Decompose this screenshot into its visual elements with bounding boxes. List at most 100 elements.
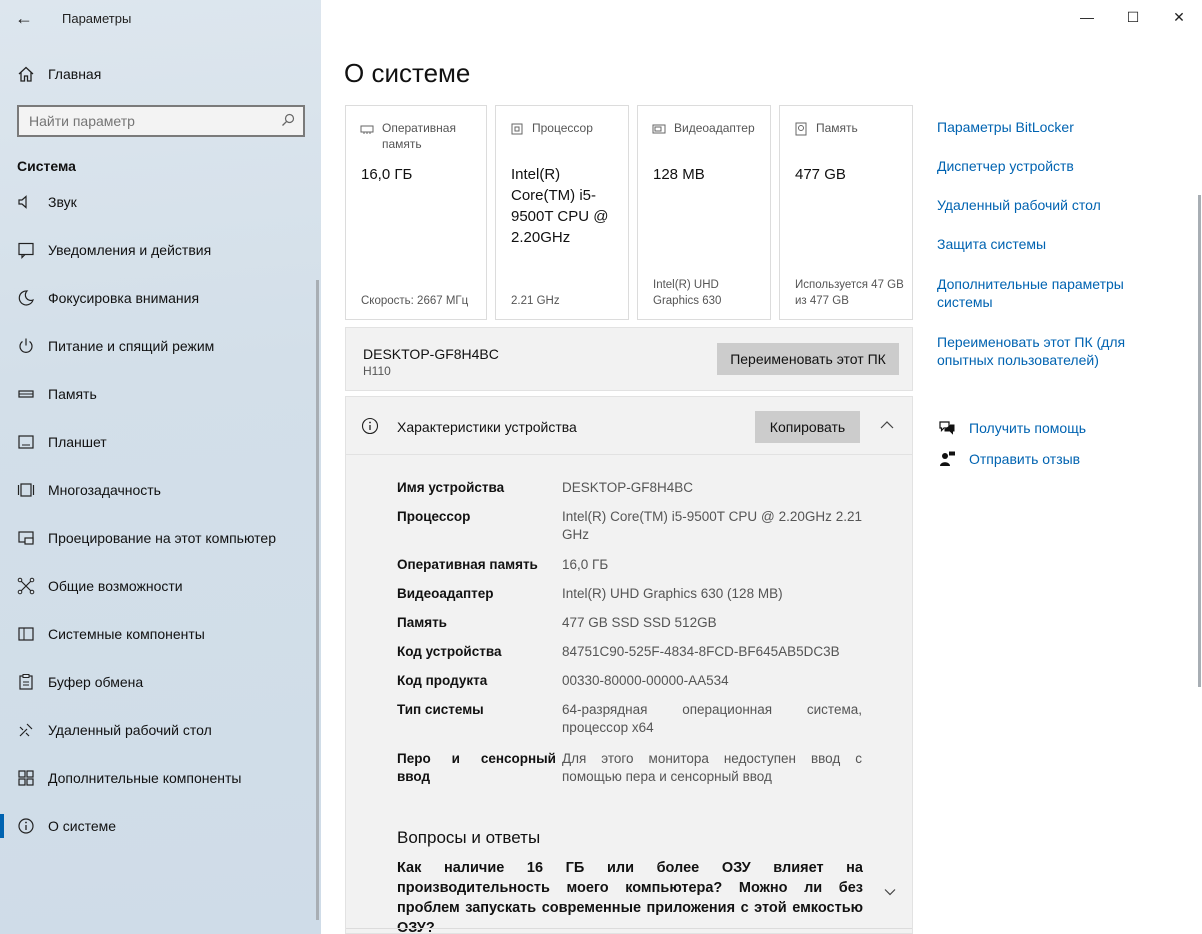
multitasking-icon <box>16 480 36 500</box>
sidebar-item-power[interactable]: Питание и спящий режим <box>0 322 321 370</box>
spec-row: Перо и сенсорный ввод Для этого монитора… <box>397 750 863 786</box>
spec-row: Код устройства 84751C90-525F-4834-8FCD-B… <box>397 643 863 661</box>
spec-value: Intel(R) Core(TM) i5-9500T CPU @ 2.20GHz… <box>562 509 862 542</box>
spec-row: Видеоадаптер Intel(R) UHD Graphics 630 (… <box>397 585 863 603</box>
system-components-icon <box>16 624 36 644</box>
sidebar-item-focus[interactable]: Фокусировка внимания <box>0 274 321 322</box>
home-nav[interactable]: Главная <box>16 62 101 86</box>
sidebar-item-optional-features[interactable]: Дополнительные компоненты <box>0 754 321 802</box>
home-icon <box>16 64 36 84</box>
link-device-manager[interactable]: Диспетчер устройств <box>937 157 1137 175</box>
card-value: 16,0 ГБ <box>361 166 413 183</box>
rename-pc-button[interactable]: Переименовать этот ПК <box>717 343 899 375</box>
link-rename-pc-advanced[interactable]: Переименовать этот ПК (для опытных польз… <box>937 333 1137 369</box>
projecting-icon <box>16 528 36 548</box>
sidebar-item-clipboard[interactable]: Буфер обмена <box>0 658 321 706</box>
back-arrow-icon: ← <box>15 7 33 28</box>
sidebar-item-remote-desktop[interactable]: Удаленный рабочий стол <box>0 706 321 754</box>
search-box[interactable] <box>17 105 305 137</box>
gpu-icon <box>652 122 666 136</box>
remote-desktop-icon <box>16 720 36 740</box>
spec-value: Intel(R) UHD Graphics 630 (128 MB) <box>562 586 783 601</box>
window-controls: — ☐ ✕ <box>1064 0 1202 34</box>
specs-header[interactable]: Характеристики устройства Копировать <box>346 397 912 455</box>
card-gpu: Видеоадаптер 128 MB Intel(R) UHD Graphic… <box>637 105 771 320</box>
sidebar-item-label: Планшет <box>48 434 107 450</box>
search-icon[interactable] <box>281 113 295 130</box>
faq-title: Вопросы и ответы <box>397 828 541 847</box>
sidebar-item-sound[interactable]: Звук <box>0 190 321 226</box>
optional-features-icon <box>16 768 36 788</box>
sidebar: ← Параметры Главная Система Звук Уведомл… <box>0 0 321 934</box>
faq-question[interactable]: Как наличие 16 ГБ или более ОЗУ влияет н… <box>397 858 863 934</box>
sidebar-scrollbar[interactable] <box>316 280 319 920</box>
maximize-icon: ☐ <box>1126 8 1140 25</box>
minimize-icon: — <box>1080 9 1094 25</box>
spec-key: Перо и сенсорный ввод <box>397 751 556 784</box>
feedback-link[interactable]: Отправить отзыв <box>937 449 1080 469</box>
card-label: Процессор <box>532 121 593 135</box>
card-ram: Оперативная память 16,0 ГБ Скорость: 266… <box>345 105 487 320</box>
device-specs-panel: Характеристики устройства Копировать Имя… <box>345 396 913 809</box>
card-sub: Скорость: 2667 МГц <box>361 295 469 307</box>
card-head: Процессор <box>510 120 593 136</box>
card-value: 477 GB <box>795 166 846 183</box>
spec-value: DESKTOP-GF8H4BC <box>562 480 694 495</box>
sidebar-item-label: Память <box>48 386 97 402</box>
sound-icon <box>16 192 36 212</box>
minimize-button[interactable]: — <box>1064 0 1110 34</box>
app-title: Параметры <box>62 10 132 26</box>
shared-experiences-icon <box>16 576 36 596</box>
sidebar-item-notifications[interactable]: Уведомления и действия <box>0 226 321 274</box>
sidebar-item-label: Питание и спящий режим <box>48 338 215 354</box>
disk-icon <box>794 122 808 136</box>
help-chat-icon <box>937 418 957 438</box>
sidebar-item-system-components[interactable]: Системные компоненты <box>0 610 321 658</box>
sidebar-nav: Звук Уведомления и действия Фокусировка … <box>0 190 321 934</box>
card-sub: 2.21 GHz <box>511 295 560 307</box>
link-remote-desktop[interactable]: Удаленный рабочий стол <box>937 196 1137 214</box>
pc-name-panel: DESKTOP-GF8H4BC H110 Переименовать этот … <box>345 327 913 391</box>
sidebar-item-projecting[interactable]: Проецирование на этот компьютер <box>0 514 321 562</box>
sidebar-item-multitasking[interactable]: Многозадачность <box>0 466 321 514</box>
card-sub: Intel(R) UHD Graphics 630 <box>653 279 722 307</box>
sidebar-item-storage[interactable]: Память <box>0 370 321 418</box>
main-scrollbar[interactable] <box>1198 195 1201 687</box>
card-head: Видеоадаптер <box>652 120 755 136</box>
spec-key: Код устройства <box>397 644 502 659</box>
search-input[interactable] <box>29 113 269 129</box>
link-bitlocker[interactable]: Параметры BitLocker <box>937 118 1137 136</box>
maximize-button[interactable]: ☐ <box>1110 0 1156 34</box>
clipboard-icon <box>16 672 36 692</box>
spec-key: Имя устройства <box>397 480 505 495</box>
get-help-link[interactable]: Получить помощь <box>937 418 1086 438</box>
spec-value: 64-разрядная операционная система, проце… <box>562 702 862 735</box>
sidebar-item-tablet[interactable]: Планшет <box>0 418 321 466</box>
chevron-up-icon[interactable] <box>877 415 897 435</box>
back-button[interactable]: ← <box>0 0 48 36</box>
spec-value: 84751C90-525F-4834-8FCD-BF645AB5DC3B <box>562 644 840 659</box>
sidebar-item-label: Системные компоненты <box>48 626 205 642</box>
card-storage: Память 477 GB Используется 47 GB из 477 … <box>779 105 913 320</box>
link-system-protection[interactable]: Защита системы <box>937 235 1137 253</box>
sidebar-item-label: Звук <box>48 194 77 210</box>
spec-row: Код продукта 00330-80000-00000-AA534 <box>397 672 863 690</box>
sidebar-item-shared[interactable]: Общие возможности <box>0 562 321 610</box>
sidebar-item-about[interactable]: О системе <box>0 802 321 850</box>
power-icon <box>16 336 36 356</box>
link-advanced-system-settings[interactable]: Дополнительные параметры системы <box>937 275 1137 311</box>
get-help-label: Получить помощь <box>969 420 1087 436</box>
pc-name: DESKTOP-GF8H4BC <box>363 346 499 362</box>
card-label: Видеоадаптер <box>674 121 755 135</box>
spec-key: Видеоадаптер <box>397 586 494 601</box>
chevron-down-icon[interactable] <box>882 884 898 900</box>
spec-value: 477 GB SSD SSD 512GB <box>562 615 717 630</box>
sidebar-item-label: Многозадачность <box>48 482 161 498</box>
copy-button[interactable]: Копировать <box>755 411 860 443</box>
card-label: Память <box>816 121 858 135</box>
sidebar-item-label: Проецирование на этот компьютер <box>48 530 276 546</box>
focus-moon-icon <box>16 288 36 308</box>
spec-value: 00330-80000-00000-AA534 <box>562 673 729 688</box>
spec-value: Для этого монитора недоступен ввод с пом… <box>562 751 862 784</box>
close-button[interactable]: ✕ <box>1156 0 1202 34</box>
